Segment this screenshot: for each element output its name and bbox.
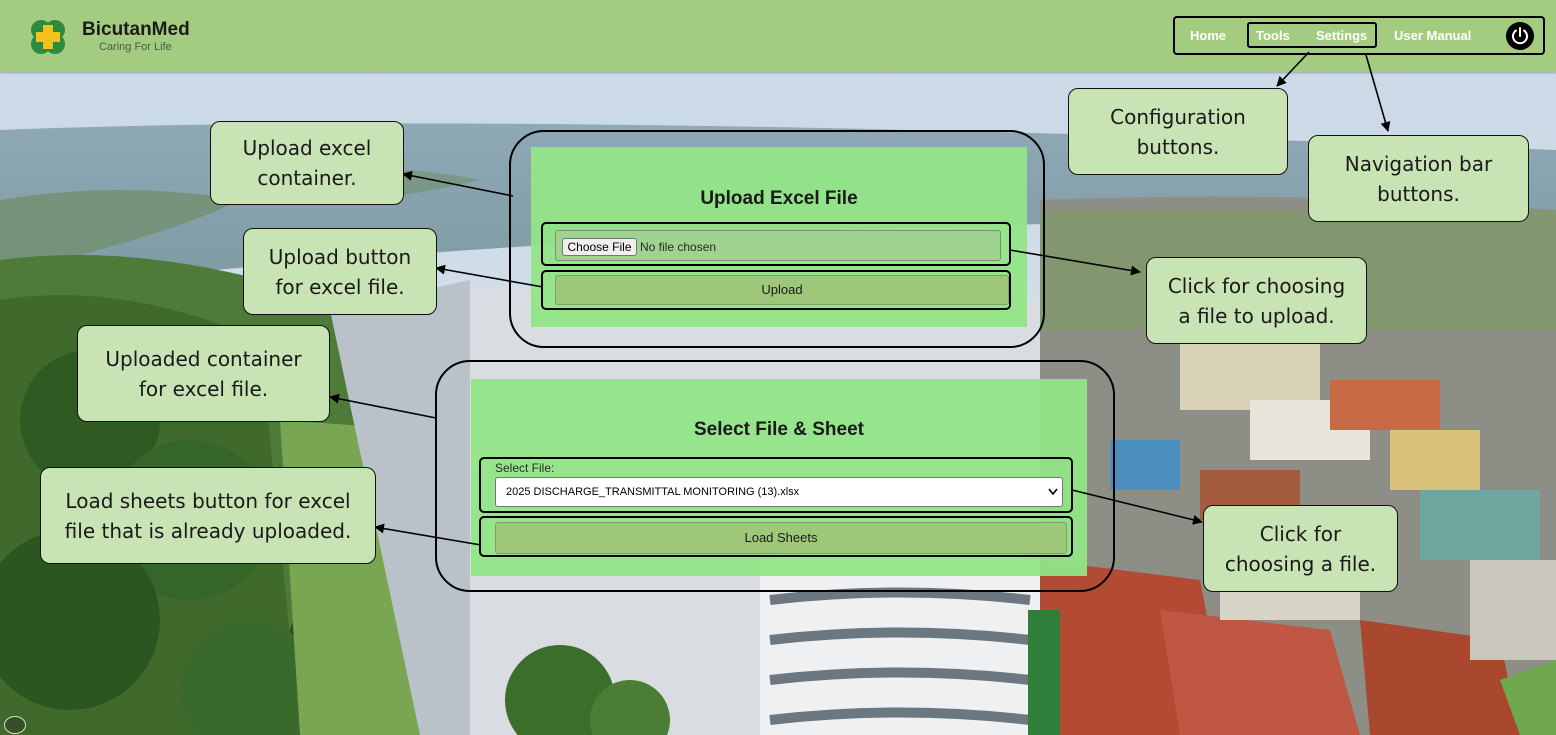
- upload-panel-title: Upload Excel File: [700, 188, 858, 209]
- load-sheets-button[interactable]: Load Sheets: [495, 522, 1067, 554]
- logo-icon: [28, 17, 68, 57]
- file-select-dropdown[interactable]: 2025 DISCHARGE_TRANSMITTAL MONITORING (1…: [495, 477, 1063, 507]
- select-file-label: Select File:: [495, 461, 555, 475]
- nav-tools[interactable]: Tools: [1256, 28, 1290, 43]
- callout-choose-file: Click for choosing a file.: [1203, 505, 1398, 592]
- select-file-sheet-panel: Select File & Sheet Select File: 2025 DI…: [471, 379, 1087, 576]
- file-input[interactable]: Choose File No file chosen: [555, 230, 1001, 261]
- select-panel-title: Select File & Sheet: [693, 419, 864, 440]
- callout-choose-file-upload: Click for choosing a file to upload.: [1146, 257, 1367, 344]
- nav-user-manual[interactable]: User Manual: [1394, 28, 1471, 43]
- power-button[interactable]: [1506, 22, 1534, 50]
- nav-settings[interactable]: Settings: [1316, 28, 1367, 43]
- callout-uploaded-container: Uploaded container for excel file.: [77, 325, 330, 422]
- callout-load-sheets: Load sheets button for excel file that is…: [40, 467, 376, 564]
- callout-upload-button: Upload button for excel file.: [243, 228, 437, 315]
- callout-navigation-buttons: Navigation bar buttons.: [1308, 135, 1529, 222]
- upload-excel-panel: Upload Excel File Choose File No file ch…: [531, 147, 1027, 327]
- no-file-text: No file chosen: [640, 240, 717, 254]
- corner-badge-icon[interactable]: [4, 716, 26, 734]
- top-header: BicutanMed Caring For Life Home Tools Se…: [0, 0, 1556, 72]
- callout-configuration-buttons: Configuration buttons.: [1068, 88, 1288, 175]
- nav-home[interactable]: Home: [1190, 28, 1226, 43]
- selected-file-value: 2025 DISCHARGE_TRANSMITTAL MONITORING (1…: [506, 486, 800, 498]
- power-icon: [1512, 27, 1528, 45]
- chevron-down-icon: [1048, 478, 1058, 517]
- brand-name: BicutanMed: [82, 19, 190, 40]
- navigation-bar: Home Tools Settings User Manual: [1173, 16, 1545, 55]
- brand-tagline: Caring For Life: [99, 41, 172, 53]
- choose-file-button[interactable]: Choose File: [562, 238, 637, 256]
- callout-upload-container: Upload excel container.: [210, 121, 404, 205]
- upload-button[interactable]: Upload: [555, 275, 1009, 305]
